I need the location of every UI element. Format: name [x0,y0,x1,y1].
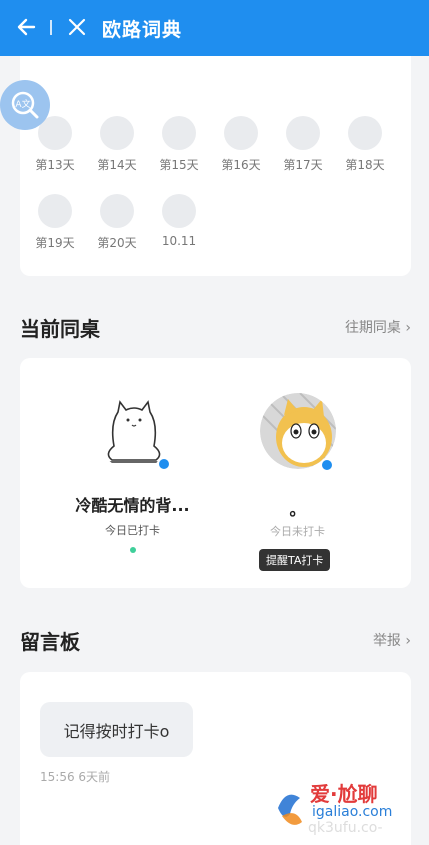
checkin-calendar-card: 第7天第8天第9天第10天第11天第12天第13天第14天第15天第16天第17… [20,0,411,276]
close-icon[interactable] [66,16,88,38]
search-translate-icon: A文 [11,91,39,119]
my-checkin-status: 今日已打卡 [105,524,160,537]
report-label: 举报 [372,633,401,649]
checkin-day: 第14天 [86,116,148,173]
back-arrow-icon[interactable] [14,14,40,40]
checkin-day: 第15天 [148,116,210,173]
history-deskmate-link[interactable]: 往期同桌 › [345,317,411,337]
history-deskmate-label: 往期同桌 [344,320,401,336]
checkin-day-label: 第16天 [221,158,261,172]
remind-checkin-button[interactable]: 提醒TA打卡 [259,549,331,571]
site-watermark: 爱·尬聊 igaliao.com qk3ufu.co- [272,778,422,840]
watermark-line2: igaliao.com [312,804,393,820]
gender-badge-icon [157,457,171,471]
report-link[interactable]: 举报 › [373,630,411,650]
message-bubble: 记得按时打卡o [40,702,193,757]
checkin-day-label: 第19天 [35,236,75,250]
day-circle [38,194,72,228]
checkin-day-label: 第17天 [283,158,323,172]
message-timestamp: 15:56 6天前 [40,770,111,784]
gender-badge-icon [320,458,334,472]
partner-name: 。 [289,500,306,519]
message-board-title: 留言板 [20,630,80,654]
checkin-day: 第18天 [334,116,396,173]
top-bar: 欧路词典 [0,0,429,56]
translate-float-button[interactable]: A文 [0,80,50,130]
day-circle [100,116,134,150]
day-circle [348,116,382,150]
day-circle [224,116,258,150]
divider [50,20,52,35]
day-circle [162,116,196,150]
watermark-line3: qk3ufu.co- [308,820,383,836]
day-circle [100,194,134,228]
checkin-day-label: 第20天 [97,236,137,250]
checkin-day: 第16天 [210,116,272,173]
svg-text:A文: A文 [15,98,30,110]
status-dot [130,547,136,553]
checkin-day: 10.11 [148,194,210,248]
watermark-line1: 爱·尬聊 [310,782,378,806]
day-circle [286,116,320,150]
my-name: 冷酷无情的背... [75,496,190,515]
deskmate-section-title: 当前同桌 [20,317,100,341]
checkin-day-label: 第13天 [35,158,75,172]
checkin-day: 第20天 [86,194,148,251]
checkin-day-label: 第15天 [159,158,199,172]
deskmate-card: 冷酷无情的背... 今日已打卡 。 今日未打卡 提醒TA打卡 [20,358,411,588]
checkin-day: 第19天 [24,194,86,251]
checkin-day-label: 第14天 [97,158,137,172]
day-circle [162,194,196,228]
checkin-day-label: 10.11 [161,234,197,248]
page-title: 欧路词典 [102,19,183,41]
partner-checkin-status: 今日未打卡 [270,525,325,538]
checkin-day-label: 第18天 [345,158,385,172]
checkin-day: 第17天 [272,116,334,173]
